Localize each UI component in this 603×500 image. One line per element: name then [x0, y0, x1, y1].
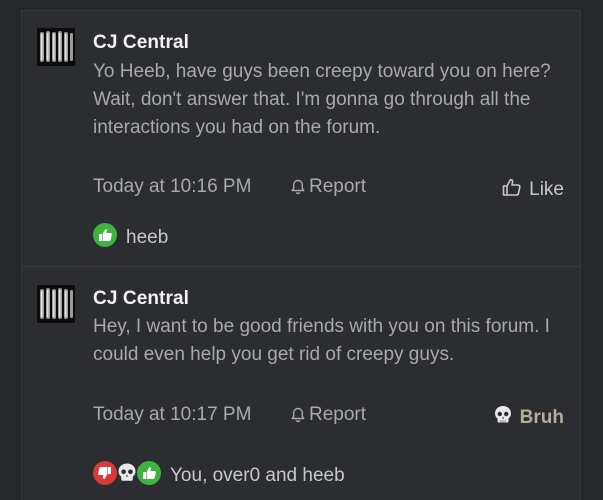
- forum-post: CJ Central Hey, I want to be good friend…: [22, 268, 580, 500]
- post-author[interactable]: CJ Central: [93, 32, 189, 54]
- like-reaction-icon: [137, 461, 161, 491]
- reactions-summary[interactable]: heeb: [93, 223, 169, 253]
- skull-reaction-icon: [115, 461, 139, 491]
- forum-post: CJ Central Yo Heeb, have guys been creep…: [22, 11, 580, 267]
- post-footer: Today at 10:16 PM Report Like: [93, 176, 564, 202]
- avatar[interactable]: [37, 285, 75, 323]
- reactions-summary[interactable]: You, over0 and heeb: [93, 461, 345, 491]
- report-label: Report: [309, 404, 367, 425]
- skull-icon: [492, 404, 514, 432]
- reactions-users: heeb: [126, 227, 169, 248]
- thumbs-up-outline-icon: [501, 176, 523, 204]
- bell-icon: [289, 406, 307, 424]
- dislike-reaction-icon: [93, 461, 117, 491]
- report-label: Report: [309, 176, 367, 197]
- bruh-label: Bruh: [519, 407, 564, 428]
- like-button[interactable]: Like: [501, 176, 564, 204]
- post-message: Hey, I want to be good friends with you …: [93, 316, 550, 365]
- bruh-reaction-button[interactable]: Bruh: [492, 404, 564, 432]
- like-label: Like: [529, 179, 564, 200]
- report-button[interactable]: Report: [289, 176, 366, 198]
- post-author[interactable]: CJ Central: [93, 288, 189, 310]
- reactions-users: You, over0 and heeb: [170, 465, 345, 486]
- bell-icon: [289, 178, 307, 196]
- post-timestamp[interactable]: Today at 10:16 PM: [93, 176, 251, 198]
- post-footer: Today at 10:17 PM Report Bruh: [93, 404, 564, 430]
- report-button[interactable]: Report: [289, 404, 366, 426]
- thread-panel: CJ Central Yo Heeb, have guys been creep…: [21, 10, 581, 500]
- avatar[interactable]: [37, 28, 75, 66]
- post-message: Yo Heeb, have guys been creepy toward yo…: [93, 61, 551, 138]
- post-timestamp[interactable]: Today at 10:17 PM: [93, 404, 251, 426]
- like-reaction-icon: [93, 223, 117, 253]
